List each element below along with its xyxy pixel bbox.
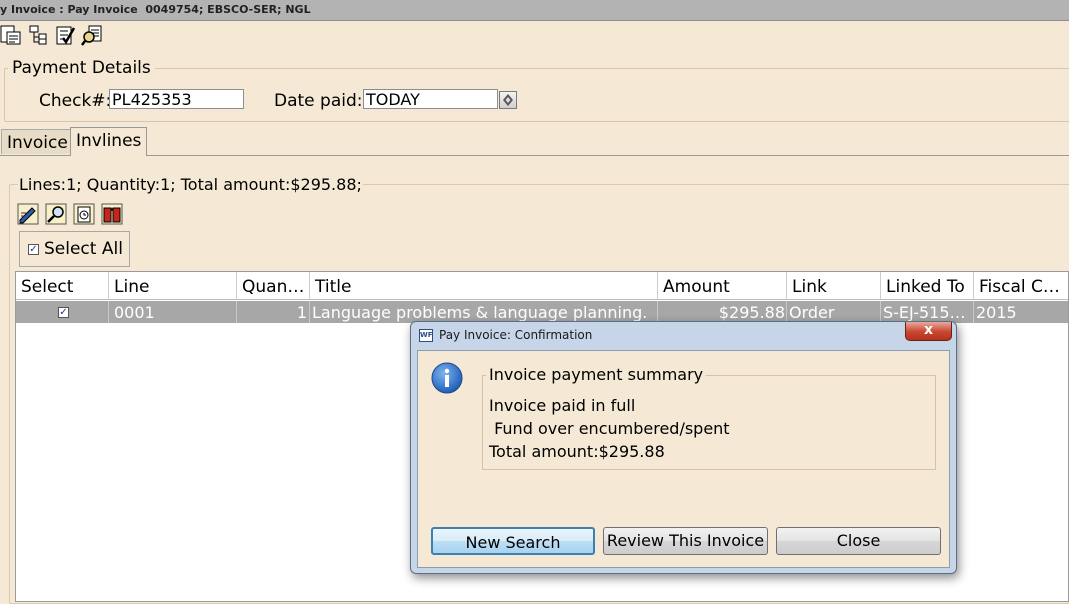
column-header-fiscal-cycle[interactable]: Fiscal C… <box>974 272 1068 300</box>
select-all-label: Select All <box>44 239 123 259</box>
column-header-line[interactable]: Line <box>109 272 237 300</box>
column-header-title[interactable]: Title <box>310 272 658 300</box>
check-number-field[interactable]: PL425353 <box>109 89 244 109</box>
tree-icon[interactable] <box>27 24 49 46</box>
edit-line-icon[interactable] <box>17 203 39 225</box>
table-row[interactable]: ✓ 0001 1 Language problems & language pl… <box>16 301 1068 323</box>
date-paid-label: Date paid: <box>274 91 363 111</box>
column-header-link[interactable]: Link <box>787 272 881 300</box>
column-header-quantity[interactable]: Quan… <box>237 272 310 300</box>
select-all-checkbox[interactable]: ✓ Select All <box>19 231 130 267</box>
dialog-app-badge: WF <box>420 331 433 339</box>
paste-icon[interactable] <box>0 24 22 46</box>
tab-invoice[interactable]: Invoice <box>1 129 74 154</box>
search-document-icon[interactable] <box>81 24 103 46</box>
column-header-amount[interactable]: Amount <box>658 272 787 300</box>
review-invoice-button[interactable]: Review This Invoice <box>603 527 768 555</box>
tab-panel-border <box>0 155 1069 156</box>
payment-summary-group: Invoice payment summary Invoice paid in … <box>482 365 936 470</box>
dialog-app-icon: WF <box>419 329 433 342</box>
confirmation-dialog: WF Pay Invoice: Confirmation x Invoice p… <box>410 321 957 574</box>
payment-details-legend: Payment Details <box>8 58 155 78</box>
summary-line-paid: Invoice paid in full <box>489 396 636 415</box>
dialog-close-x-button[interactable]: x <box>905 322 952 341</box>
row-link-cell: Order <box>787 301 881 323</box>
book-icon[interactable] <box>101 203 123 225</box>
row-title-cell: Language problems & language planning. <box>310 301 658 323</box>
date-picker-button[interactable] <box>499 91 517 109</box>
row-linked-to-cell: S-EJ-515… <box>881 301 974 323</box>
select-all-check-icon: ✓ <box>28 244 39 255</box>
row-select-cell[interactable]: ✓ <box>16 301 109 323</box>
dialog-body: Invoice payment summary Invoice paid in … <box>417 350 950 568</box>
checklist-icon[interactable] <box>54 24 76 46</box>
calendar-diamond-icon <box>503 94 513 106</box>
window-title: y Invoice : Pay Invoice 0049754; EBSCO-S… <box>0 0 1069 21</box>
column-header-select[interactable]: Select <box>16 272 109 300</box>
row-amount-cell: $295.88 <box>658 301 787 323</box>
clock-icon[interactable] <box>73 203 95 225</box>
row-quantity-cell: 1 <box>237 301 310 323</box>
summary-line-total: Total amount:$295.88 <box>489 442 665 461</box>
check-number-label: Check#: <box>39 91 112 111</box>
row-select-checkbox[interactable]: ✓ <box>58 307 69 318</box>
summary-line-fund: Fund over encumbered/spent <box>489 419 730 438</box>
tab-invlines[interactable]: Invlines <box>70 127 148 156</box>
payment-summary-legend: Invoice payment summary <box>486 365 707 384</box>
invlines-summary: Lines:1; Quantity:1; Total amount:$295.8… <box>18 175 363 194</box>
row-fiscal-cycle-cell: 2015 <box>976 303 1017 322</box>
new-search-button[interactable]: New Search <box>431 527 595 555</box>
close-button[interactable]: Close <box>776 527 941 555</box>
search-line-icon[interactable] <box>45 203 67 225</box>
row-line-cell: 0001 <box>109 301 237 323</box>
column-header-linked-to[interactable]: Linked To <box>881 272 974 300</box>
date-paid-field[interactable]: TODAY <box>363 89 498 109</box>
dialog-title: Pay Invoice: Confirmation <box>439 328 593 342</box>
info-icon <box>431 362 463 394</box>
